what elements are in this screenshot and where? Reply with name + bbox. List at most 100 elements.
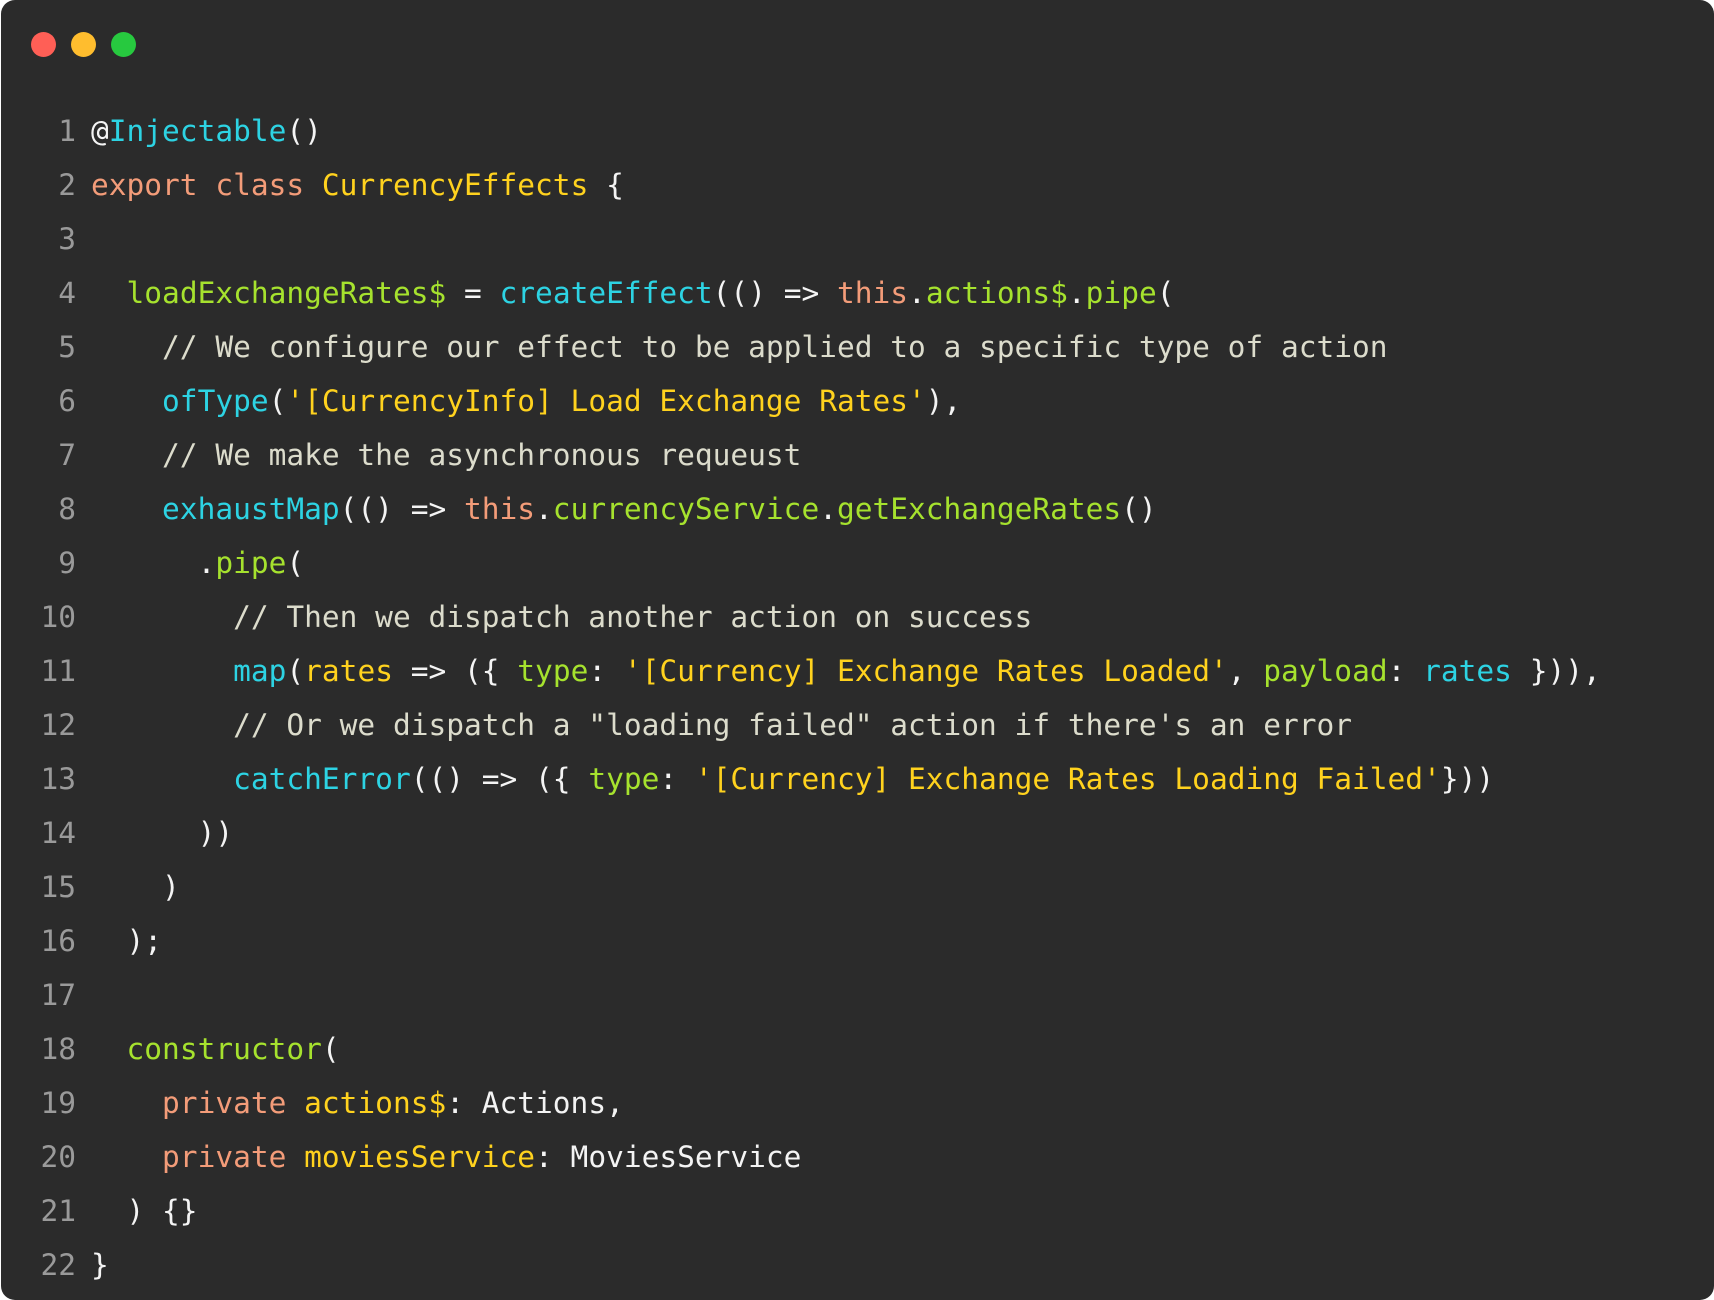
code-token-property: payload (1263, 654, 1388, 688)
code-token-class-name: CurrencyEffects (321, 168, 589, 202)
code-token-plain: . (1067, 276, 1086, 310)
code-token-plain: )) (91, 816, 234, 850)
line-source: )) (91, 806, 234, 860)
code-token-plain: ), (925, 384, 962, 418)
code-token-function: rates (1423, 654, 1512, 688)
line-source: map(rates => ({ type: '[Currency] Exchan… (91, 644, 1601, 698)
code-token-plain: . (91, 546, 216, 580)
line-source: ) {} (91, 1184, 198, 1238)
code-line: 14 )) (1, 806, 1714, 860)
window-titlebar (1, 0, 1714, 90)
code-token-class-name: actions$ (304, 1086, 447, 1120)
code-token-function: catchError (233, 762, 411, 796)
code-line: 22} (1, 1238, 1714, 1292)
line-source: loadExchangeRates$ = createEffect(() => … (91, 266, 1175, 320)
line-source: private moviesService: MoviesService (91, 1130, 801, 1184)
line-number: 22 (40, 1248, 76, 1282)
code-token-comment: // Or we dispatch a "loading failed" act… (233, 708, 1353, 742)
code-token-plain: ( (321, 1032, 340, 1066)
code-token-plain: : (588, 654, 624, 688)
line-number: 7 (58, 438, 76, 472)
line-number: 1 (58, 114, 76, 148)
code-token-plain: ( (286, 546, 305, 580)
line-source: export class CurrencyEffects { (91, 158, 624, 212)
code-token-plain: ( (286, 654, 305, 688)
line-number: 10 (40, 600, 76, 634)
line-number: 4 (58, 276, 76, 310)
code-token-property: type (517, 654, 589, 688)
code-token-property: currencyService (552, 492, 820, 526)
code-line: 1 @Injectable() (1, 104, 1714, 158)
code-token-plain: () (286, 114, 322, 148)
line-number: 13 (40, 762, 76, 796)
code-token-class-name: rates (304, 654, 393, 688)
code-line: 6 ofType('[CurrencyInfo] Load Exchange R… (1, 374, 1714, 428)
code-token-plain: , (1227, 654, 1264, 688)
code-line: 19 private actions$: Actions, (1, 1076, 1714, 1130)
code-token-plain: })) (1440, 762, 1495, 796)
code-token-keyword: private (162, 1140, 287, 1174)
code-token-plain: { (588, 168, 624, 202)
code-token-property: pipe (215, 546, 287, 580)
code-token-plain: : (1387, 654, 1424, 688)
close-window-button[interactable] (31, 32, 56, 57)
line-number: 14 (40, 816, 76, 850)
code-token-property: type (588, 762, 660, 796)
code-line: 15 ) (1, 860, 1714, 914)
code-token-plain: : MoviesService (535, 1140, 802, 1174)
code-line: 11 map(rates => ({ type: '[Currency] Exc… (1, 644, 1714, 698)
code-line: 5 // We configure our effect to be appli… (1, 320, 1714, 374)
line-source: @Injectable() (91, 104, 322, 158)
code-line: 9 .pipe( (1, 536, 1714, 590)
code-token-property: constructor (126, 1032, 322, 1066)
line-source: exhaustMap(() => this.currencyService.ge… (91, 482, 1157, 536)
code-token-function: exhaustMap (162, 492, 340, 526)
code-token-plain: ( (268, 384, 287, 418)
line-number: 5 (58, 330, 76, 364)
code-line: 4 loadExchangeRates$ = createEffect(() =… (1, 266, 1714, 320)
code-token-comment: // We make the asynchronous requeust (162, 438, 802, 472)
line-source: ) (91, 860, 180, 914)
line-number: 2 (58, 168, 76, 202)
line-number: 6 (58, 384, 76, 418)
maximize-window-button[interactable] (111, 32, 136, 57)
line-number: 17 (40, 978, 76, 1012)
code-token-keyword: this (463, 492, 536, 526)
code-line: 7 // We make the asynchronous requeust (1, 428, 1714, 482)
line-source: // Or we dispatch a "loading failed" act… (91, 698, 1352, 752)
code-token-function: Injectable (108, 114, 287, 148)
code-token-plain: })), (1511, 654, 1601, 688)
code-token-plain: (() => ({ (410, 762, 589, 796)
line-number: 3 (58, 222, 76, 256)
line-source: private actions$: Actions, (91, 1076, 624, 1130)
code-token-plain: = (446, 276, 500, 310)
minimize-window-button[interactable] (71, 32, 96, 57)
code-editor[interactable]: 1 @Injectable() 2 export class CurrencyEffe… (1, 104, 1714, 1292)
code-token-plain: => ({ (392, 654, 518, 688)
code-token-plain: ( (1156, 276, 1175, 310)
code-token-plain: . (535, 492, 553, 526)
code-token-keyword: export (91, 168, 198, 202)
code-token-property: actions$ (925, 276, 1068, 310)
code-token-string: '[Currency] Exchange Rates Loading Faile… (694, 762, 1441, 796)
code-line: 21 ) {} (1, 1184, 1714, 1238)
line-source: .pipe( (91, 536, 305, 590)
code-window: 1 @Injectable() 2 export class CurrencyEffe… (1, 0, 1714, 1300)
line-number: 12 (40, 708, 76, 742)
code-line: 8 exhaustMap(() => this.currencyService.… (1, 482, 1714, 536)
code-token-property: pipe (1085, 276, 1157, 310)
line-number: 20 (40, 1140, 76, 1174)
code-token-plain: @ (91, 114, 109, 148)
line-number: 21 (40, 1194, 76, 1228)
line-source: constructor( (91, 1022, 340, 1076)
